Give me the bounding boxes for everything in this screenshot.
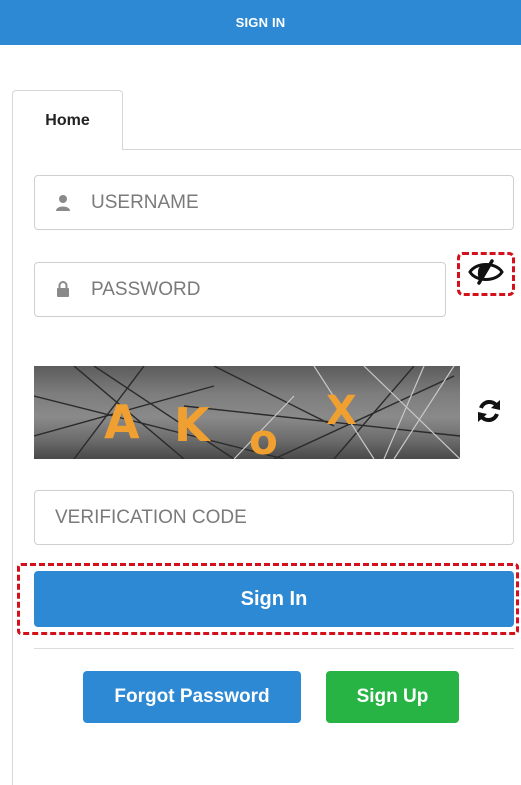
sign-in-label: Sign In xyxy=(240,587,308,610)
captcha-image: A K o X xyxy=(34,366,460,459)
captcha-char: X xyxy=(326,388,357,434)
user-icon xyxy=(53,193,73,213)
tab-divider-line xyxy=(123,149,521,150)
username-placeholder: USERNAME xyxy=(91,192,199,213)
captcha-char: A xyxy=(104,395,140,449)
eye-slash-icon xyxy=(466,258,506,291)
panel-border xyxy=(12,149,13,785)
sign-up-button[interactable]: Sign Up xyxy=(326,671,459,723)
top-bar: SIGN IN xyxy=(0,0,521,45)
sign-up-label: Sign Up xyxy=(356,686,429,707)
captcha-char: K xyxy=(174,398,212,452)
lock-icon xyxy=(53,280,73,300)
password-placeholder: PASSWORD xyxy=(91,279,201,300)
divider xyxy=(34,648,514,649)
tab-home-label: Home xyxy=(45,111,90,129)
verification-code-input[interactable]: VERIFICATION CODE xyxy=(34,490,514,545)
page-title: SIGN IN xyxy=(235,15,286,30)
password-input[interactable]: PASSWORD xyxy=(34,262,446,317)
verification-placeholder: VERIFICATION CODE xyxy=(55,507,247,528)
forgot-password-label: Forgot Password xyxy=(114,686,270,707)
sign-in-button[interactable]: Sign In xyxy=(34,571,514,627)
captcha-char: o xyxy=(249,415,278,459)
tab-home[interactable]: Home xyxy=(12,90,123,150)
refresh-icon[interactable] xyxy=(474,396,504,426)
password-visibility-toggle[interactable] xyxy=(457,252,515,296)
forgot-password-button[interactable]: Forgot Password xyxy=(83,671,301,723)
username-input[interactable]: USERNAME xyxy=(34,175,514,230)
